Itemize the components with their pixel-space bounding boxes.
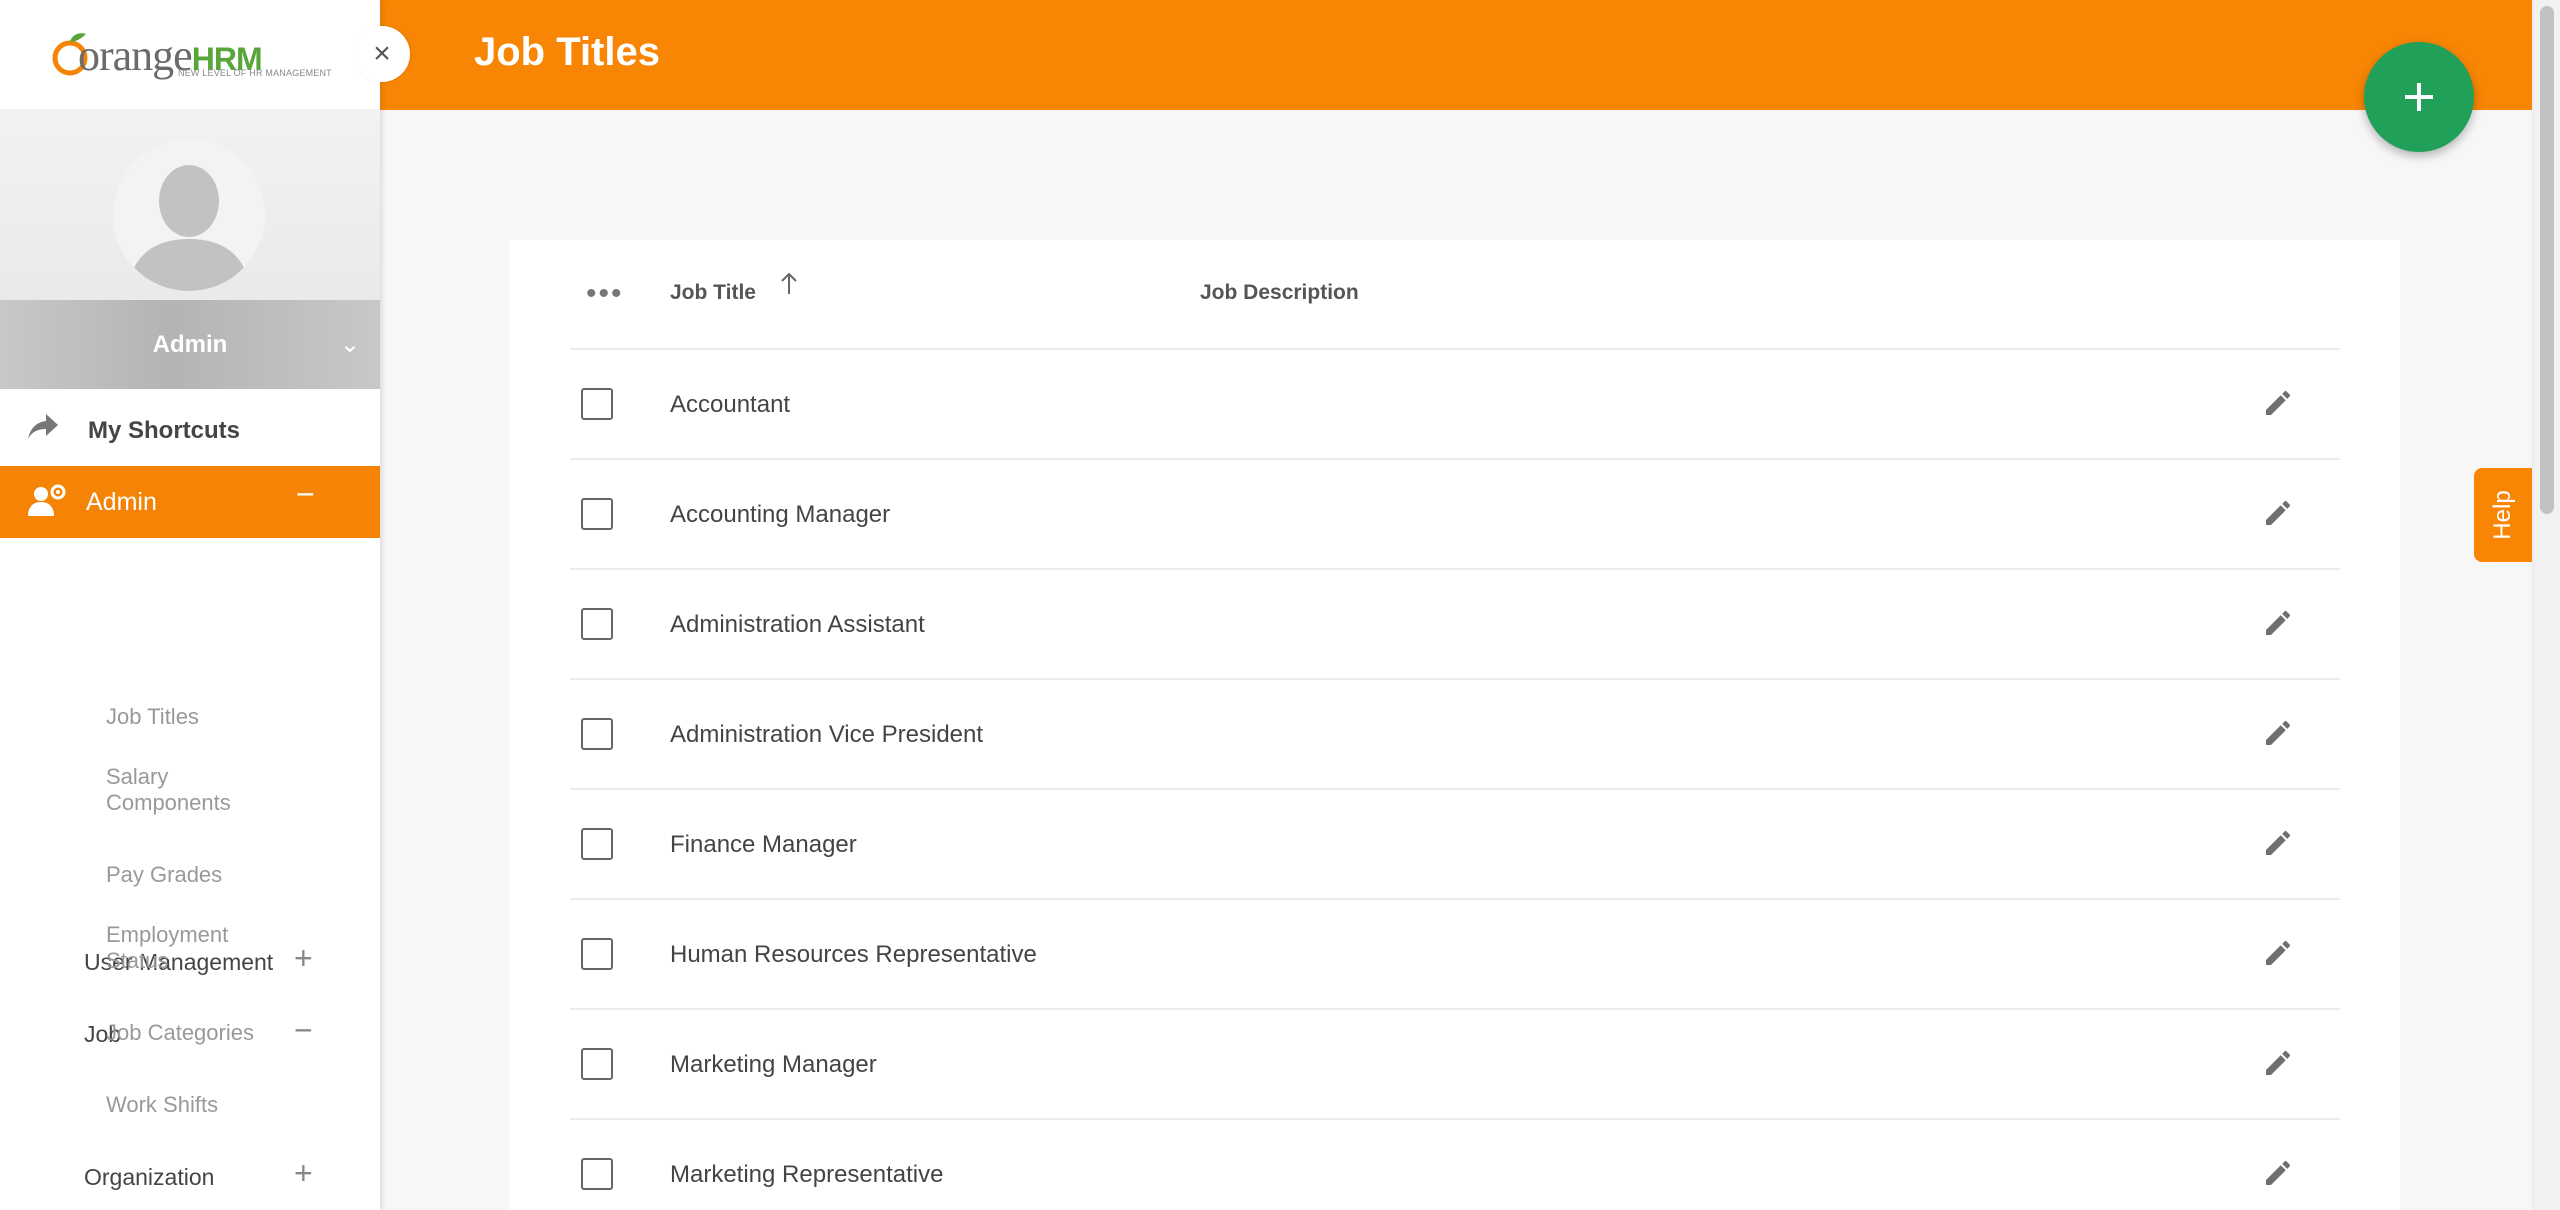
row-checkbox[interactable] xyxy=(581,1048,613,1080)
table-row: Finance Manager xyxy=(570,790,2340,900)
column-header-job-description[interactable]: Job Description xyxy=(1200,281,1359,305)
logo-tagline: NEW LEVEL OF HR MANAGEMENT xyxy=(178,68,332,78)
job-title-cell: Administration Vice President xyxy=(670,721,984,748)
edit-pencil-icon[interactable] xyxy=(2262,1047,2294,1084)
table-row: Human Resources Representative xyxy=(570,900,2340,1010)
job-title-cell: Administration Assistant xyxy=(670,611,925,638)
table-row: Marketing Manager xyxy=(570,1010,2340,1120)
sidebar-item-job-titles[interactable]: Job Titles xyxy=(106,704,199,730)
sidebar-item-job-categories[interactable]: Job Categories xyxy=(106,1020,254,1046)
sidebar: orangeHRM NEW LEVEL OF HR MANAGEMENT × A… xyxy=(0,0,410,1210)
sidebar-item-my-shortcuts[interactable]: My Shortcuts xyxy=(0,398,380,460)
expand-icon[interactable]: + xyxy=(294,1155,313,1192)
job-title-cell: Finance Manager xyxy=(670,831,857,858)
row-checkbox[interactable] xyxy=(581,718,613,750)
bulk-actions-menu-icon[interactable]: ••• xyxy=(586,279,624,309)
job-title-cell: Marketing Manager xyxy=(670,1051,877,1078)
profile-menu-toggle[interactable]: Admin ⌄ xyxy=(0,300,380,389)
edit-pencil-icon[interactable] xyxy=(2262,937,2294,974)
sidebar-item-label: Organization xyxy=(84,1164,215,1190)
page-header: Job Titles xyxy=(380,0,2532,110)
page-title: Job Titles xyxy=(474,30,660,74)
job-titles-table-card: ••• Job Title Job Description Accountant… xyxy=(510,240,2400,1210)
profile-name: Admin xyxy=(152,331,228,358)
job-title-cell: Accounting Manager xyxy=(670,501,891,528)
add-job-title-button[interactable] xyxy=(2364,42,2474,152)
user-silhouette-icon xyxy=(113,139,265,291)
help-tab[interactable]: Help xyxy=(2474,468,2532,562)
sidebar-item-label: Admin xyxy=(86,488,157,516)
collapse-icon[interactable]: − xyxy=(294,1012,313,1049)
orangehrm-logo[interactable]: orangeHRM NEW LEVEL OF HR MANAGEMENT xyxy=(50,22,332,84)
sidebar-item-employment-status[interactable]: Employment Status xyxy=(106,922,286,974)
admin-users-gear-icon xyxy=(28,484,68,525)
sidebar-item-pay-grades[interactable]: Pay Grades xyxy=(106,862,222,888)
row-checkbox[interactable] xyxy=(581,388,613,420)
logo-area: orangeHRM NEW LEVEL OF HR MANAGEMENT × xyxy=(0,0,410,109)
row-checkbox[interactable] xyxy=(581,498,613,530)
edit-pencil-icon[interactable] xyxy=(2262,827,2294,864)
sort-ascending-icon[interactable] xyxy=(780,272,798,301)
column-header-job-title[interactable]: Job Title xyxy=(670,281,756,305)
chevron-down-icon: ⌄ xyxy=(339,331,360,358)
row-checkbox[interactable] xyxy=(581,828,613,860)
row-checkbox[interactable] xyxy=(581,1158,613,1190)
row-checkbox[interactable] xyxy=(581,608,613,640)
row-checkbox[interactable] xyxy=(581,938,613,970)
edit-pencil-icon[interactable] xyxy=(2262,1157,2294,1194)
sidebar-item-admin[interactable]: Admin − xyxy=(0,466,380,538)
edit-pencil-icon[interactable] xyxy=(2262,387,2294,424)
scrollbar-thumb[interactable] xyxy=(2540,6,2554,514)
table-row: Administration Vice President xyxy=(570,680,2340,790)
plus-icon xyxy=(2405,83,2433,111)
job-title-cell: Accountant xyxy=(670,391,791,418)
table-row: Accounting Manager xyxy=(570,460,2340,570)
close-icon: × xyxy=(373,37,391,70)
job-title-cell: Marketing Representative xyxy=(670,1161,944,1188)
sidebar-item-salary-components[interactable]: Salary Components xyxy=(106,764,286,816)
share-arrow-icon xyxy=(26,412,60,447)
table-row: Marketing Representative xyxy=(570,1120,2340,1210)
job-title-cell: Human Resources Representative xyxy=(670,941,1037,968)
edit-pencil-icon[interactable] xyxy=(2262,497,2294,534)
collapse-icon[interactable]: − xyxy=(296,476,315,513)
avatar[interactable] xyxy=(113,139,265,291)
page-scrollbar[interactable] xyxy=(2532,0,2560,1210)
edit-pencil-icon[interactable] xyxy=(2262,607,2294,644)
expand-icon[interactable]: + xyxy=(294,940,313,977)
sidebar-item-work-shifts[interactable]: Work Shifts xyxy=(106,1092,218,1118)
sidebar-item-label: My Shortcuts xyxy=(88,417,241,444)
table-header: ••• Job Title Job Description xyxy=(570,240,2340,350)
table-row: Accountant xyxy=(570,350,2340,460)
edit-pencil-icon[interactable] xyxy=(2262,717,2294,754)
sidebar-item-organization[interactable]: Organization + xyxy=(0,1149,380,1205)
close-sidebar-button[interactable]: × xyxy=(354,26,410,82)
table-row: Administration Assistant xyxy=(570,570,2340,680)
profile-panel: Admin ⌄ xyxy=(0,109,380,389)
help-label: Help xyxy=(2489,490,2516,540)
